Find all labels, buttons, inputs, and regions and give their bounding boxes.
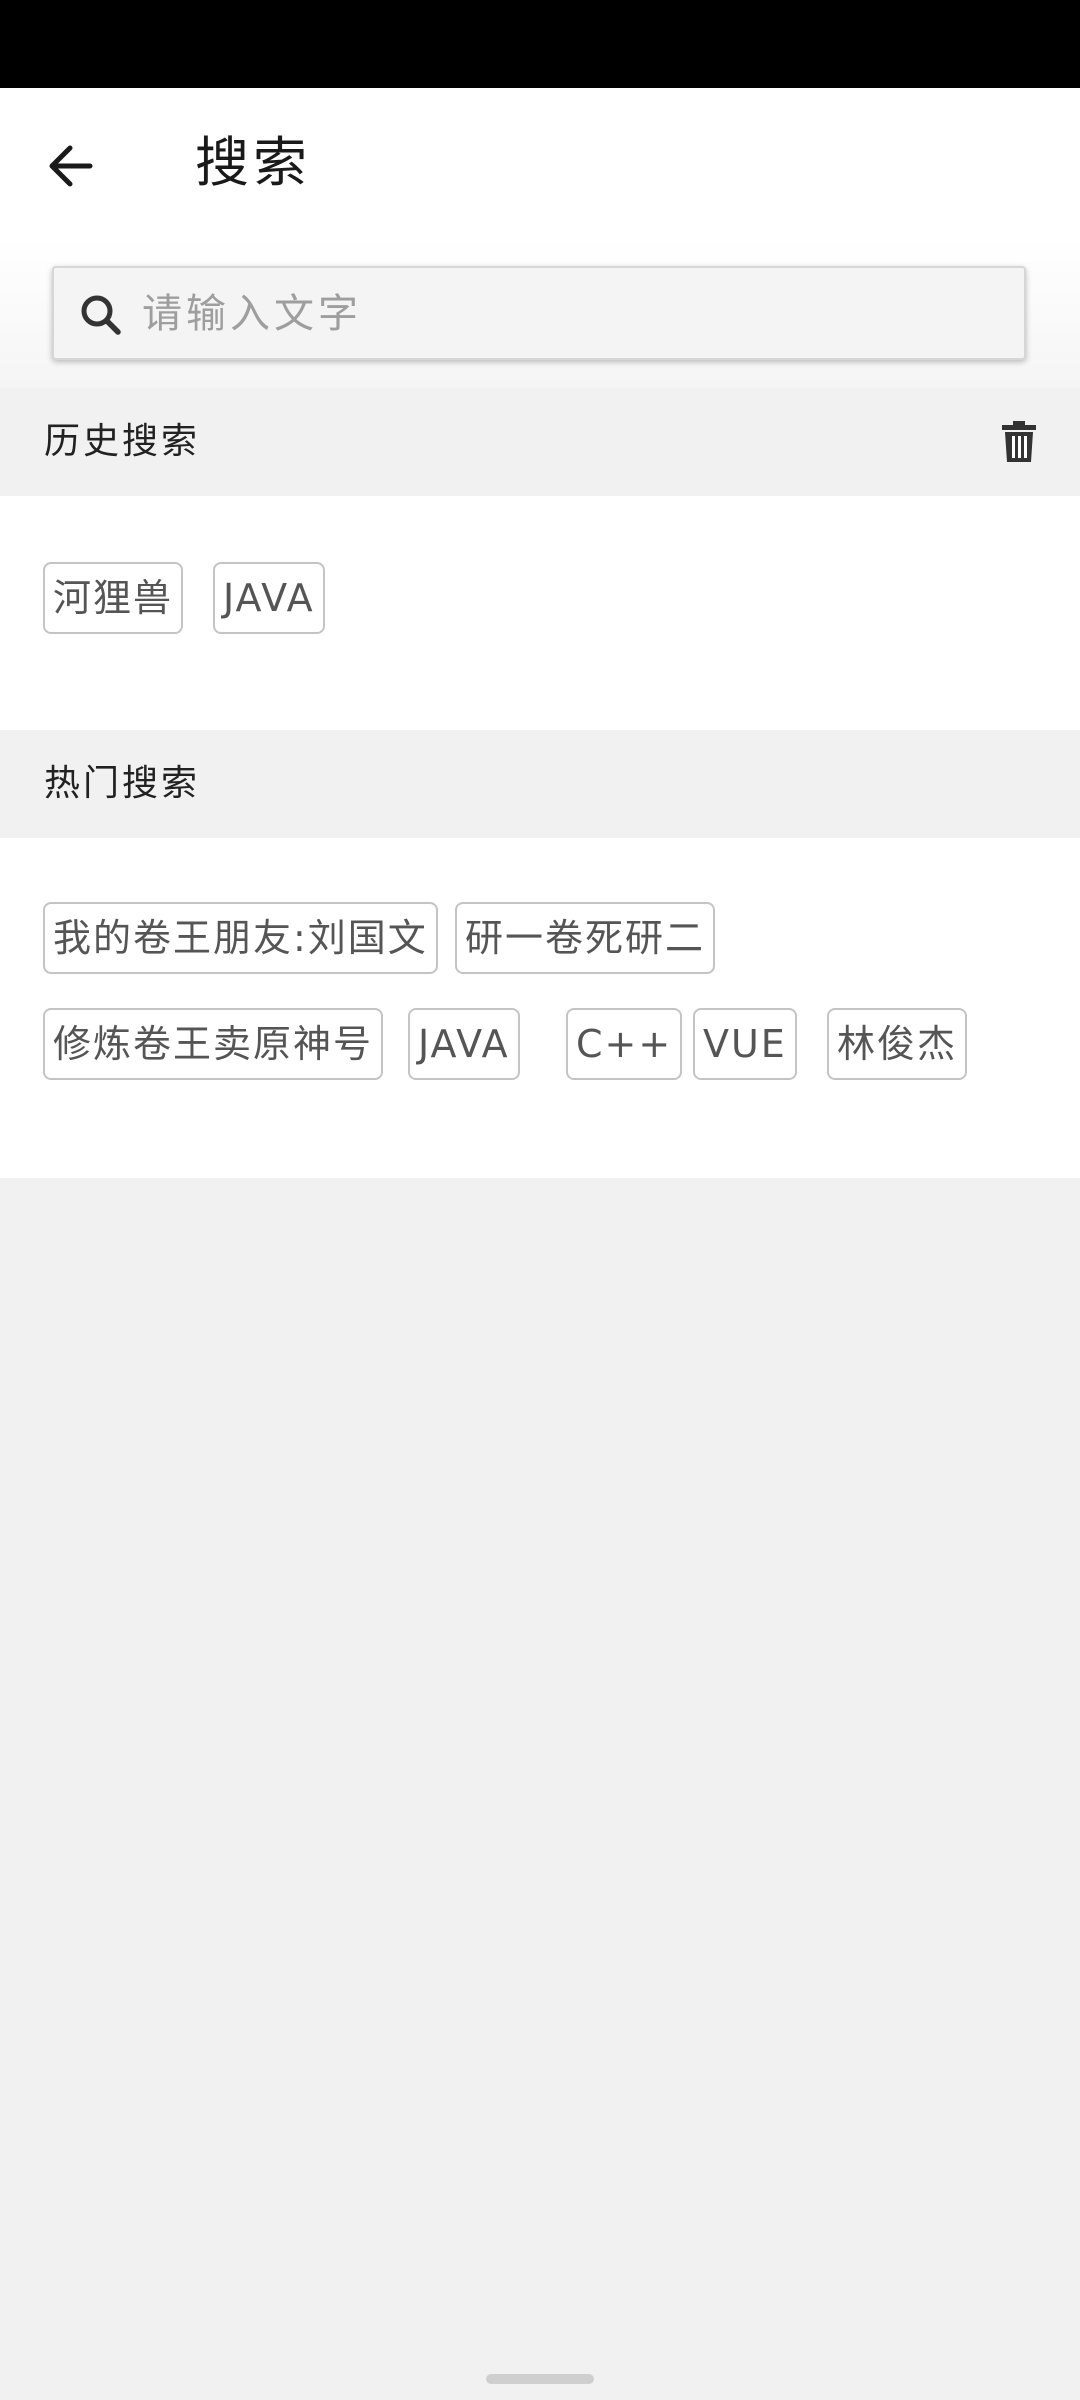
hot-section-title: 热门搜索	[44, 763, 201, 804]
app-header: 搜索	[0, 88, 1080, 238]
hot-tag[interactable]: C++	[566, 1008, 683, 1080]
hot-tag[interactable]: 林俊杰	[827, 1008, 968, 1080]
hot-tag[interactable]: JAVA	[408, 1008, 520, 1080]
hot-section-header: 热门搜索	[0, 730, 1080, 838]
search-input[interactable]	[140, 278, 1004, 350]
home-indicator[interactable]	[486, 2374, 594, 2384]
hot-tag[interactable]: 修炼卷王卖原神号	[43, 1008, 384, 1080]
hot-tag[interactable]: 我的卷王朋友:刘国文	[43, 902, 438, 974]
history-section-header: 历史搜索	[0, 388, 1080, 496]
history-tag[interactable]: 河狸兽	[43, 562, 184, 634]
history-tag[interactable]: JAVA	[213, 562, 325, 634]
hot-tags-panel: 我的卷王朋友:刘国文 研一卷死研二 修炼卷王卖原神号 JAVA C++ VUE …	[0, 838, 1080, 1178]
page-title: 搜索	[195, 131, 311, 194]
history-tags-panel: 河狸兽 JAVA	[0, 496, 1080, 730]
search-area	[0, 238, 1080, 388]
clear-history-button[interactable]	[994, 416, 1044, 468]
status-bar	[0, 0, 1080, 88]
search-box[interactable]	[52, 266, 1026, 360]
trash-icon	[1002, 421, 1036, 462]
history-section-title: 历史搜索	[44, 421, 201, 462]
hot-tag[interactable]: 研一卷死研二	[455, 902, 716, 974]
search-icon	[81, 295, 121, 335]
hot-tag[interactable]: VUE	[693, 1008, 797, 1080]
arrow-left-icon	[49, 145, 93, 187]
back-button[interactable]	[30, 126, 110, 206]
